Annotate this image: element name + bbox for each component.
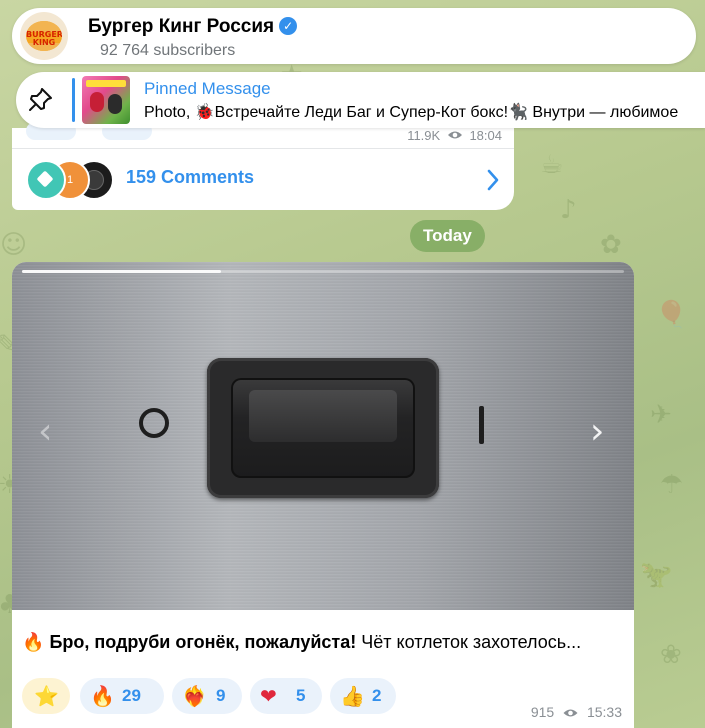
off-symbol: [139, 408, 169, 438]
reaction-count: 2: [372, 686, 382, 705]
post-time: 15:33: [586, 704, 622, 720]
caption-text: Чёт котлеток захотелось...: [356, 632, 582, 652]
reaction-count: 9: [216, 686, 226, 705]
reaction-heart[interactable]: ❤ 5: [250, 678, 322, 714]
channel-avatar[interactable]: BURGER KING: [20, 12, 68, 60]
post-caption: 🔥 Бро, подруби огонёк, пожалуйста! Чёт к…: [22, 632, 626, 653]
caption-emoji: 🔥: [22, 632, 45, 652]
channel-header[interactable]: BURGER KING Бургер Кинг Россия ✓ 92 764 s…: [12, 8, 696, 64]
pinned-text: Photo, 🐞Встречайте Леди Баг и Супер-Кот …: [144, 104, 679, 121]
pin-icon[interactable]: [26, 86, 54, 114]
logo-text-bottom: KING: [32, 38, 56, 47]
caption-bold: Бро, подруби огонёк, пожалуйста!: [49, 632, 357, 652]
pinned-thumbnail: [82, 76, 130, 124]
reaction-star[interactable]: ⭐: [22, 678, 70, 714]
previous-message-bubble[interactable]: 11.9K 18:04 1 159 Comments: [12, 122, 514, 210]
burger-king-logo: BURGER KING: [26, 21, 62, 51]
on-symbol: [479, 406, 484, 444]
verified-check-icon: ✓: [279, 17, 298, 35]
channel-title: Бургер Кинг Россия ✓: [88, 16, 298, 38]
reaction-count: 29: [122, 686, 141, 705]
rocker-switch-image: [207, 358, 439, 498]
reaction-thumbs-up[interactable]: 👍 2: [330, 678, 396, 714]
heart-on-fire-icon: ❤‍🔥: [182, 684, 207, 708]
reaction-heart-on-fire[interactable]: ❤‍🔥 9: [172, 678, 242, 714]
post-meta: 915 15:33: [531, 704, 622, 720]
chevron-right-icon: [487, 169, 499, 191]
post-bubble[interactable]: ‹ › 🔥 Бро, подруби огонёк, пожалуйста! Ч…: [12, 262, 634, 728]
pinned-accent-bar: [72, 78, 75, 122]
reaction-count: 5: [296, 686, 306, 705]
post-media[interactable]: ‹ ›: [12, 262, 634, 610]
media-progress-track: [22, 270, 624, 273]
thumbnail-banner: [86, 80, 126, 87]
subscriber-count: 92 764 subscribers: [100, 42, 236, 59]
chevron-right-icon[interactable]: ›: [590, 414, 604, 450]
chevron-left-icon[interactable]: ‹: [38, 414, 52, 450]
pinned-message-bar[interactable]: Pinned Message Photo, 🐞Встречайте Леди Б…: [16, 72, 705, 128]
post-views: 915: [530, 704, 555, 720]
thumbs-up-icon: 👍: [340, 684, 365, 708]
comments-label: 159 Comments: [126, 167, 255, 187]
comments-button[interactable]: 1 159 Comments: [12, 149, 514, 209]
rocker-button: [231, 378, 415, 478]
views-eye-icon: [447, 131, 462, 139]
pinned-title: Pinned Message: [144, 79, 271, 98]
media-progress-fill: [22, 270, 221, 273]
channel-name: Бургер Кинг Россия: [88, 16, 275, 37]
commenter-avatar: [26, 160, 66, 200]
fire-icon: 🔥: [90, 684, 115, 708]
previous-message-meta: 11.9K 18:04: [407, 128, 502, 143]
date-separator: Today: [410, 220, 485, 252]
reaction-fire[interactable]: 🔥 29: [80, 678, 164, 714]
previous-time: 18:04: [469, 128, 502, 143]
heart-icon: ❤: [260, 684, 277, 708]
star-icon: ⭐: [34, 684, 59, 708]
previous-views: 11.9K: [407, 128, 441, 143]
views-eye-icon: [563, 709, 578, 717]
previous-reactions[interactable]: [26, 122, 152, 142]
